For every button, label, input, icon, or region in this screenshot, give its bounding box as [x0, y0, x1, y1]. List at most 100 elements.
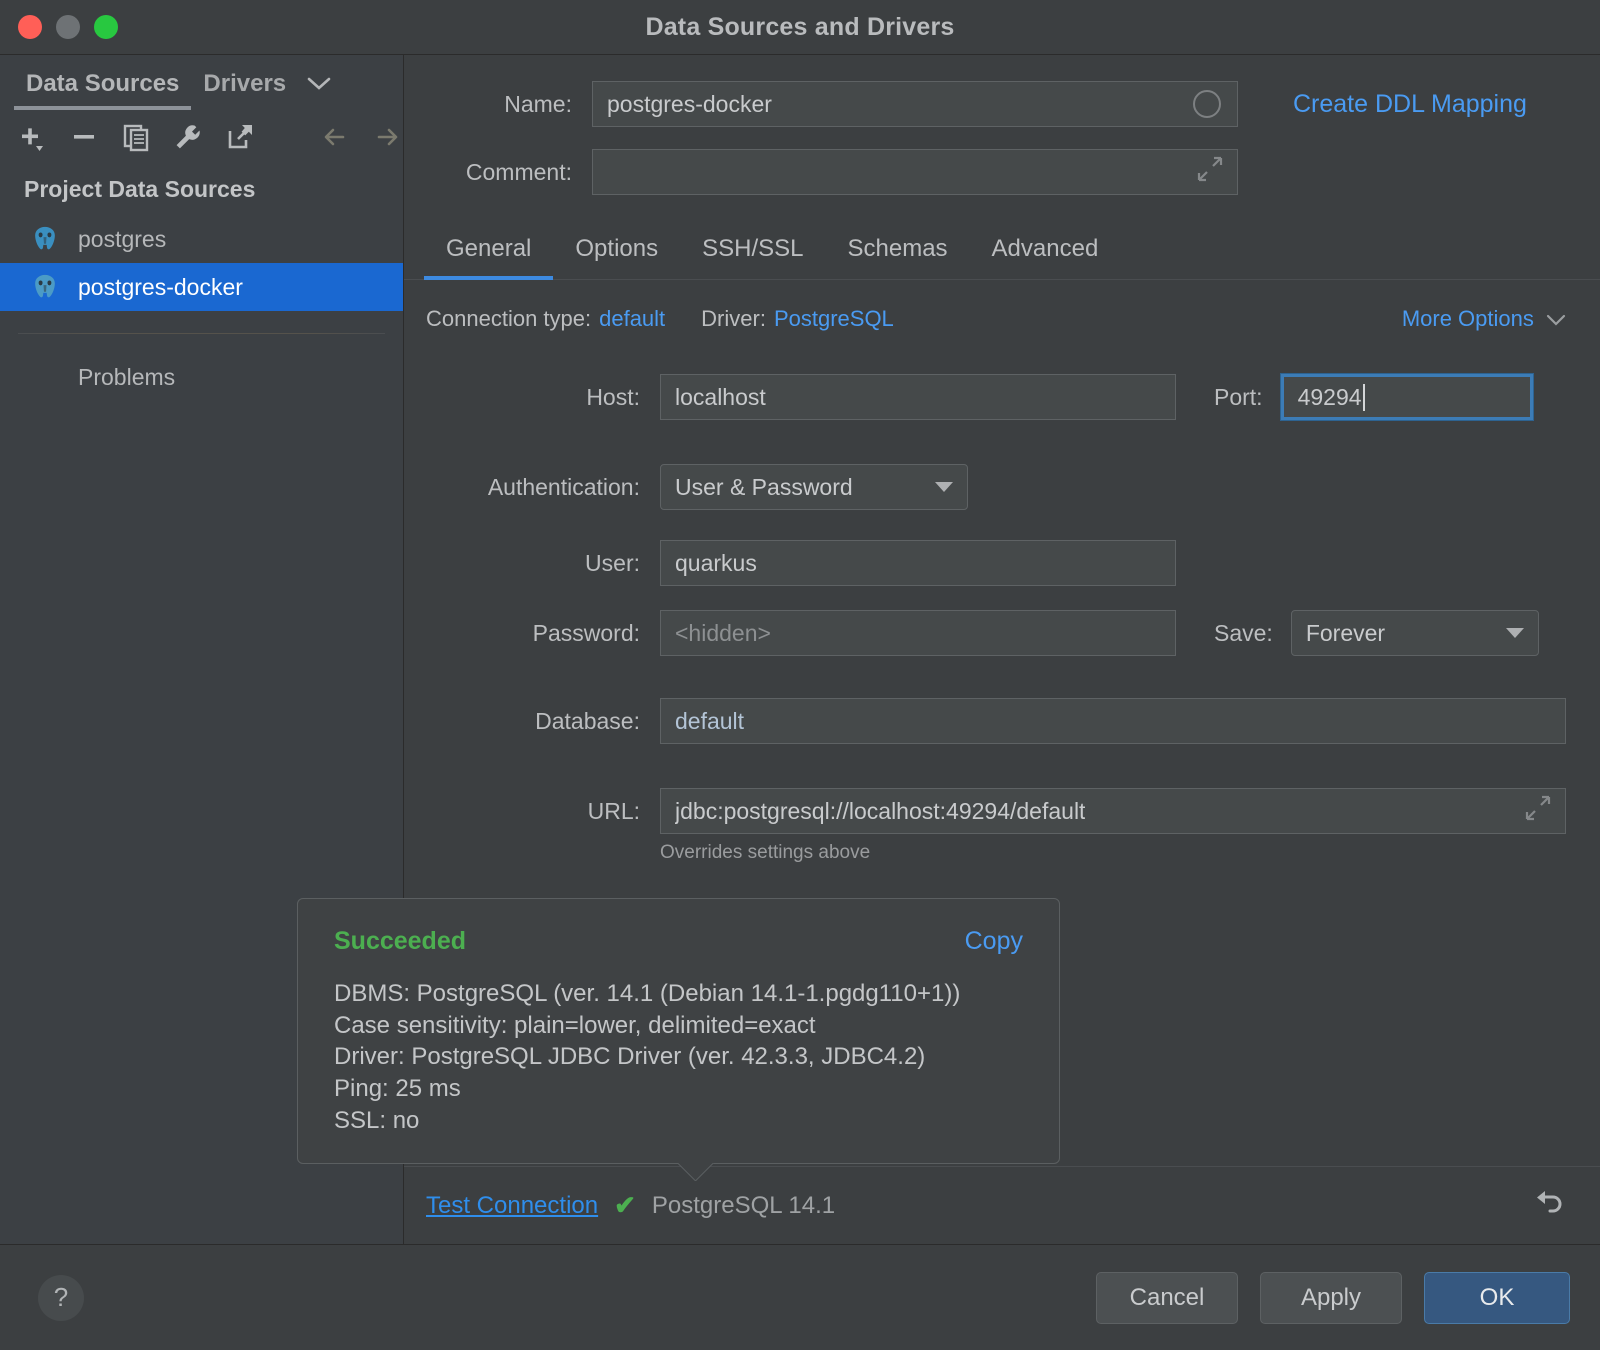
more-options-button[interactable]: More Options	[1402, 306, 1566, 332]
host-input-value: localhost	[675, 383, 766, 410]
name-status-ring-icon	[1193, 90, 1221, 118]
forward-arrow-icon[interactable]	[371, 120, 403, 154]
minimize-window-button[interactable]	[56, 15, 80, 39]
comment-label: Comment:	[465, 158, 572, 185]
comment-row: Comment:	[424, 149, 1560, 195]
copy-icon[interactable]	[120, 120, 152, 154]
tab-ssh-ssl[interactable]: SSH/SSL	[680, 223, 825, 279]
driver-value[interactable]: PostgreSQL	[774, 306, 894, 332]
postgres-elephant-icon	[30, 272, 60, 302]
close-window-button[interactable]	[18, 15, 42, 39]
popup-copy-button[interactable]: Copy	[965, 927, 1023, 956]
more-options-label: More Options	[1401, 306, 1534, 331]
test-connection-link[interactable]: Test Connection	[426, 1192, 598, 1220]
user-label: User:	[585, 549, 640, 576]
chevron-down-icon	[1505, 628, 1524, 638]
tab-advanced[interactable]: Advanced	[970, 223, 1121, 279]
connection-version-text: PostgreSQL 14.1	[651, 1191, 836, 1219]
port-label: Port:	[1214, 383, 1263, 410]
connection-type-label: Connection type:	[426, 306, 592, 331]
remove-icon[interactable]	[68, 120, 100, 154]
driver-label: Driver:	[701, 306, 766, 331]
back-arrow-icon[interactable]	[319, 120, 351, 154]
sidebar-item-postgres-docker[interactable]: postgres-docker	[0, 263, 403, 311]
postgres-elephant-icon	[30, 224, 60, 254]
host-port-row: Host: localhost Port: 49294	[426, 373, 1566, 421]
password-row: Password: <hidden> Save: Forever	[426, 610, 1566, 656]
sidebar-tab-drivers[interactable]: Drivers	[191, 70, 298, 110]
sidebar-item-postgres-label: postgres	[78, 225, 167, 252]
password-input[interactable]: <hidden>	[660, 610, 1176, 656]
sidebar-item-postgres[interactable]: postgres	[0, 215, 403, 263]
popup-line-ssl: SSL: no	[334, 1106, 420, 1134]
dialog-footer: ? Cancel Apply OK	[0, 1244, 1600, 1350]
popup-line-dbms: DBMS: PostgreSQL (ver. 14.1 (Debian 14.1…	[334, 980, 961, 1007]
chevron-down-icon[interactable]	[298, 74, 340, 110]
user-input[interactable]: quarkus	[660, 540, 1176, 586]
save-select-value: Forever	[1305, 619, 1386, 646]
name-row: Name: postgres-docker Create DDL Mapping	[424, 81, 1560, 127]
tab-general[interactable]: General	[424, 223, 554, 280]
comment-input[interactable]	[592, 149, 1238, 195]
port-input[interactable]: 49294	[1279, 373, 1534, 421]
form-top: Name: postgres-docker Create DDL Mapping…	[404, 55, 1600, 195]
sidebar-tab-data-sources-label: Data Sources	[26, 70, 180, 97]
reset-icon[interactable]	[1532, 1188, 1566, 1223]
sidebar-toolbar	[0, 110, 403, 164]
add-icon[interactable]	[16, 120, 48, 154]
sidebar-item-problems[interactable]: Problems	[0, 334, 403, 391]
traffic-lights	[18, 15, 118, 39]
popup-arrow	[678, 1163, 714, 1181]
expand-editor-icon[interactable]	[1197, 156, 1223, 188]
url-input-value: jdbc:postgresql://localhost:49294/defaul…	[675, 797, 1086, 824]
sidebar-section-title: Project Data Sources	[24, 176, 256, 202]
window-title: Data Sources and Drivers	[645, 12, 955, 41]
url-row: URL: jdbc:postgresql://localhost:49294/d…	[426, 788, 1566, 834]
popup-line-driver: Driver: PostgreSQL JDBC Driver (ver. 42.…	[334, 1043, 926, 1071]
ok-button[interactable]: OK	[1424, 1271, 1570, 1324]
connection-type-value[interactable]: default	[599, 306, 665, 332]
sidebar-tab-data-sources[interactable]: Data Sources	[14, 70, 192, 110]
save-select[interactable]: Forever	[1290, 610, 1539, 656]
export-icon[interactable]	[224, 120, 256, 154]
apply-button[interactable]: Apply	[1260, 1271, 1402, 1324]
database-label: Database:	[535, 707, 640, 734]
cancel-button[interactable]: Cancel	[1096, 1271, 1238, 1324]
data-sources-dialog: Data Sources and Drivers Data Sources Dr…	[0, 0, 1600, 1350]
expand-editor-icon[interactable]	[1525, 795, 1551, 827]
host-input[interactable]: localhost	[660, 374, 1176, 420]
popup-line-ping: Ping: 25 ms	[334, 1075, 461, 1103]
database-input[interactable]: default	[660, 698, 1566, 744]
tab-schemas[interactable]: Schemas	[826, 223, 970, 279]
authentication-select[interactable]: User & Password	[660, 464, 968, 510]
test-connection-popup: Succeeded Copy DBMS: PostgreSQL (ver. 14…	[297, 898, 1060, 1164]
save-label: Save:	[1214, 619, 1273, 646]
user-input-value: quarkus	[675, 549, 757, 576]
create-ddl-mapping-link[interactable]: Create DDL Mapping	[1293, 90, 1527, 119]
text-caret	[1362, 383, 1365, 411]
tab-options[interactable]: Options	[553, 223, 680, 279]
name-input-value: postgres-docker	[607, 90, 772, 117]
help-button[interactable]: ?	[38, 1274, 84, 1321]
wrench-icon[interactable]	[172, 120, 204, 154]
popup-line-case-sensitivity: Case sensitivity: plain=lower, delimited…	[334, 1011, 816, 1039]
url-hint: Overrides settings above	[660, 842, 871, 863]
connection-info-row: Connection type: default Driver: Postgre…	[404, 280, 1600, 332]
title-bar: Data Sources and Drivers	[0, 0, 1600, 55]
connection-fields: Host: localhost Port: 49294 Authenticati…	[404, 332, 1600, 864]
popup-header: Succeeded Copy	[334, 927, 1023, 956]
zoom-window-button[interactable]	[94, 15, 118, 39]
test-connection-bar: Test Connection ✔ PostgreSQL 14.1	[404, 1166, 1600, 1244]
authentication-select-value: User & Password	[675, 473, 853, 500]
sidebar-tabs: Data Sources Drivers	[0, 55, 403, 110]
name-label: Name:	[504, 90, 572, 117]
host-label: Host:	[586, 383, 640, 410]
url-input[interactable]: jdbc:postgresql://localhost:49294/defaul…	[660, 788, 1566, 834]
check-icon: ✔	[614, 1190, 636, 1220]
database-row: Database: default	[426, 698, 1566, 744]
popup-status-label: Succeeded	[334, 927, 467, 955]
authentication-row: Authentication: User & Password	[426, 464, 1566, 510]
footer-buttons: Cancel Apply OK	[1096, 1271, 1570, 1324]
name-input[interactable]: postgres-docker	[592, 81, 1238, 127]
sidebar-item-postgres-docker-label: postgres-docker	[78, 273, 243, 300]
